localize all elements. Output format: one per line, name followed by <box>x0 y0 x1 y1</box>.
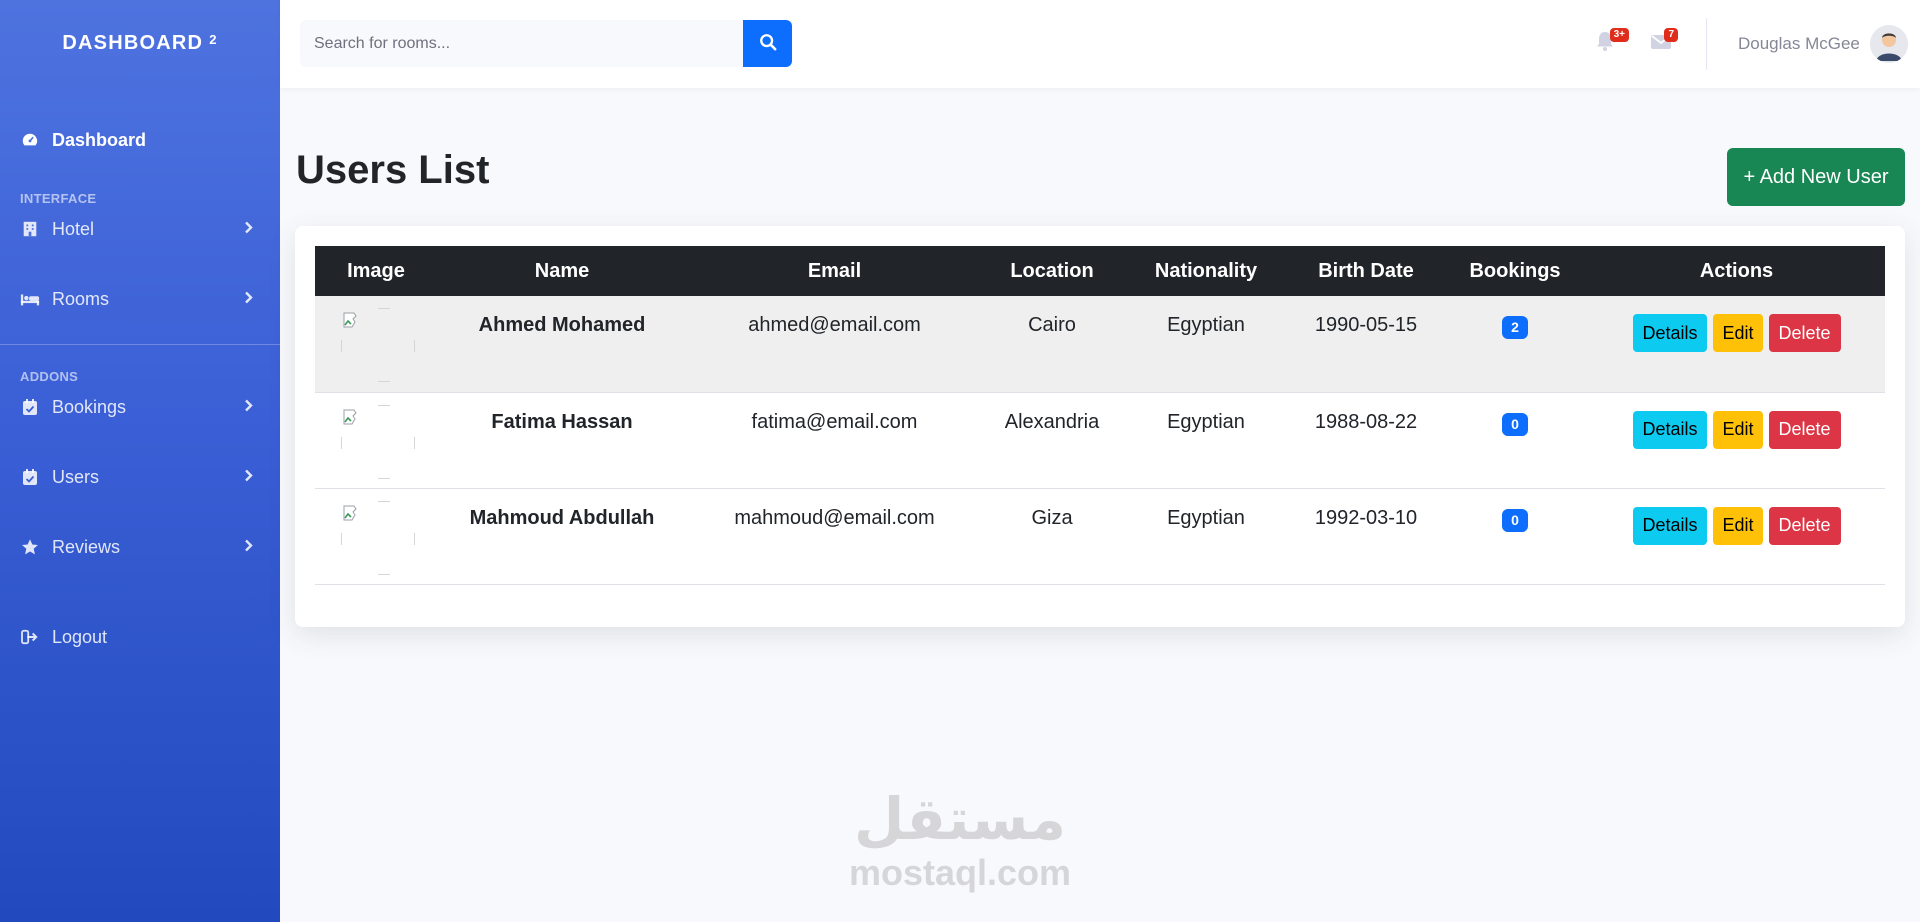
sidebar-item-users[interactable]: Users <box>0 442 280 512</box>
sign-out-icon <box>20 627 40 647</box>
broken-image-icon <box>343 312 357 328</box>
user-nationality-cell: Egyptian <box>1122 488 1290 585</box>
table-row: Mahmoud Abdullah mahmoud@email.com Giza … <box>315 488 1885 585</box>
page-title: Users List <box>296 148 490 192</box>
user-nationality-cell: Egyptian <box>1122 392 1290 489</box>
user-nationality-cell: Egyptian <box>1122 296 1290 393</box>
messages-dropdown[interactable]: 7 <box>1650 28 1678 52</box>
sidebar-item-label: Rooms <box>52 288 110 309</box>
brand-sup: 2 <box>209 31 218 47</box>
sidebar-item-hotel[interactable]: Hotel <box>0 194 280 264</box>
sidebar-item-label: Bookings <box>52 396 127 417</box>
chevron-right-icon <box>244 537 254 558</box>
column-header: Name <box>437 246 687 296</box>
tachometer-icon <box>20 130 40 150</box>
details-button[interactable]: Details <box>1632 506 1707 545</box>
sidebar: DASHBOARD 2 Dashboard INTERFACE Hotel Roo… <box>0 0 280 922</box>
sidebar-item-rooms[interactable]: Rooms <box>0 264 280 334</box>
user-email-cell: mahmoud@email.com <box>687 488 982 585</box>
user-email-cell: ahmed@email.com <box>687 296 982 393</box>
user-birthdate-cell: 1988-08-22 <box>1290 392 1442 489</box>
edit-button[interactable]: Edit <box>1712 314 1763 352</box>
column-header: Image <box>315 246 437 296</box>
search-input[interactable] <box>300 20 743 67</box>
user-email-cell: fatima@email.com <box>687 392 982 489</box>
chevron-right-icon <box>244 289 254 310</box>
brand-text: DASHBOARD <box>62 31 204 54</box>
sidebar-item-label: Logout <box>52 626 108 647</box>
search-icon <box>759 33 777 54</box>
column-header: Actions <box>1588 246 1885 296</box>
search-form <box>300 20 792 67</box>
user-image <box>341 500 415 575</box>
sidebar-item-label: Users <box>52 466 100 487</box>
edit-button[interactable]: Edit <box>1712 506 1763 545</box>
watermark-logo: مستقل mostaql.com <box>840 790 1080 894</box>
delete-button[interactable]: Delete <box>1768 314 1841 352</box>
user-name-cell: Fatima Hassan <box>437 392 687 489</box>
user-name[interactable]: Douglas McGee <box>1738 34 1860 54</box>
table-row: Fatima Hassan fatima@email.com Alexandri… <box>315 392 1885 489</box>
user-name-cell: Mahmoud Abdullah <box>437 488 687 585</box>
search-button[interactable] <box>743 20 792 67</box>
sidebar-item-bookings[interactable]: Bookings <box>0 372 280 442</box>
table-header-row: Image Name Email Location Nationality Bi… <box>315 246 1885 296</box>
chevron-right-icon <box>244 397 254 418</box>
broken-image-icon <box>343 409 357 424</box>
details-button[interactable]: Details <box>1632 314 1707 352</box>
sidebar-item-logout[interactable]: Logout <box>0 602 280 672</box>
row-actions: Details Edit Delete <box>1632 314 1841 352</box>
users-table-card: Image Name Email Location Nationality Bi… <box>295 226 1905 627</box>
sidebar-divider <box>0 344 280 345</box>
sidebar-item-reviews[interactable]: Reviews <box>0 512 280 582</box>
edit-button[interactable]: Edit <box>1712 410 1763 449</box>
users-table: Image Name Email Location Nationality Bi… <box>315 246 1885 585</box>
user-location-cell: Giza <box>982 488 1122 585</box>
row-actions: Details Edit Delete <box>1632 410 1841 449</box>
alerts-dropdown[interactable]: 3+ <box>1595 28 1629 52</box>
bookings-count-badge: 2 <box>1502 316 1528 340</box>
user-location-cell: Cairo <box>982 296 1122 393</box>
delete-button[interactable]: Delete <box>1768 506 1841 545</box>
bookings-count-badge: 0 <box>1502 508 1528 532</box>
chevron-right-icon <box>244 219 254 240</box>
bookings-count-badge: 0 <box>1502 412 1528 436</box>
star-icon <box>20 537 40 557</box>
calendar-check-icon <box>20 467 40 487</box>
add-user-button[interactable]: + Add New User <box>1727 148 1905 206</box>
watermark-latin: mostaql.com <box>848 852 1072 893</box>
topbar-divider <box>1706 18 1707 70</box>
alerts-count-badge: 3+ <box>1609 28 1629 42</box>
user-image <box>341 308 415 382</box>
column-header: Birth Date <box>1290 246 1442 296</box>
table-row: Ahmed Mohamed ahmed@email.com Cairo Egyp… <box>315 296 1885 393</box>
sidebar-item-dashboard[interactable]: Dashboard <box>0 122 280 158</box>
bed-icon <box>20 289 40 309</box>
messages-count-badge: 7 <box>1664 28 1678 42</box>
user-name-cell: Ahmed Mohamed <box>437 296 687 393</box>
column-header: Bookings <box>1442 246 1588 296</box>
avatar[interactable] <box>1870 25 1908 63</box>
topbar: 3+ 7 Douglas McGee <box>280 0 1920 88</box>
sidebar-item-label: Dashboard <box>52 129 147 150</box>
user-birthdate-cell: 1992-03-10 <box>1290 488 1442 585</box>
chevron-right-icon <box>244 467 254 488</box>
column-header: Location <box>982 246 1122 296</box>
sidebar-item-label: Reviews <box>52 536 121 557</box>
user-location-cell: Alexandria <box>982 392 1122 489</box>
watermark-arabic: مستقل <box>853 785 1067 853</box>
row-actions: Details Edit Delete <box>1632 506 1841 545</box>
user-image <box>341 404 415 479</box>
column-header: Nationality <box>1122 246 1290 296</box>
broken-image-icon <box>343 505 357 520</box>
brand[interactable]: DASHBOARD 2 <box>0 0 280 86</box>
user-birthdate-cell: 1990-05-15 <box>1290 296 1442 393</box>
building-icon <box>20 219 40 239</box>
delete-button[interactable]: Delete <box>1768 410 1841 449</box>
sidebar-item-label: Hotel <box>52 218 95 239</box>
column-header: Email <box>687 246 982 296</box>
details-button[interactable]: Details <box>1632 410 1707 449</box>
calendar-check-icon <box>20 397 40 417</box>
